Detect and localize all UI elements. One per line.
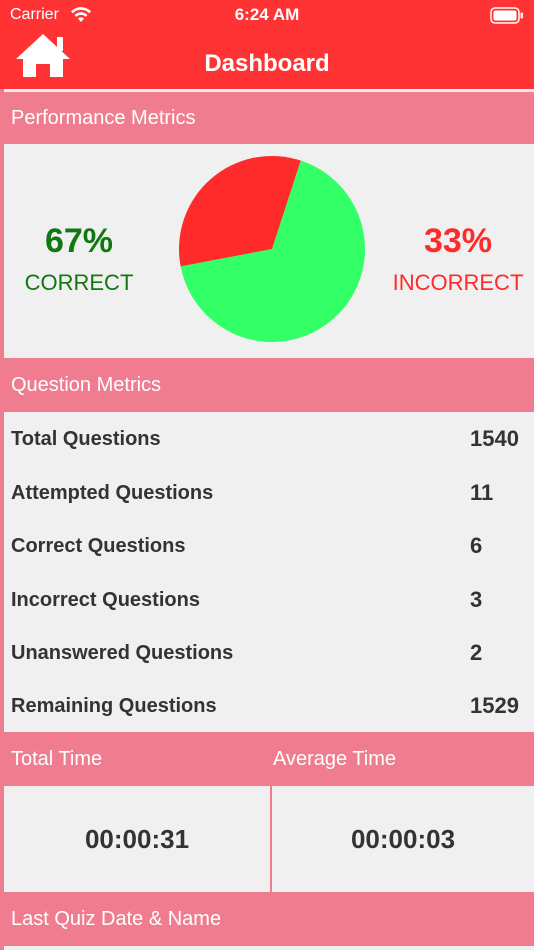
total-time-header: Total Time	[4, 732, 270, 786]
clock: 6:24 AM	[234, 5, 300, 24]
metric-label: Total Questions	[11, 427, 161, 450]
metric-label: Unanswered Questions	[11, 641, 234, 664]
metric-value: 1540	[470, 426, 519, 451]
correct-label: CORRECT	[24, 270, 134, 295]
incorrect-percent: 33%	[423, 222, 493, 260]
metric-value: 11	[470, 480, 494, 505]
metric-value: 6	[470, 533, 483, 558]
metric-row-remaining: Remaining Questions 1529	[11, 679, 526, 733]
page-title: Dashboard	[204, 50, 330, 77]
metric-value: 2	[470, 640, 483, 665]
metric-row-total: Total Questions 1540	[11, 412, 526, 466]
performance-metrics-header: Performance Metrics	[4, 92, 534, 144]
total-time-value: 00:00:31	[84, 823, 190, 854]
correct-percent: 67%	[44, 222, 114, 260]
performance-pie-chart	[179, 156, 365, 342]
average-time-header: Average Time	[272, 732, 534, 786]
status-bar: Carrier 6:24 AM	[0, 0, 534, 30]
performance-panel: 67% CORRECT 33% INCORRECT	[4, 144, 534, 358]
metric-row-correct: Correct Questions 6	[11, 519, 526, 573]
metric-label: Incorrect Questions	[11, 588, 200, 611]
metric-row-unanswered: Unanswered Questions 2	[11, 626, 526, 680]
question-metrics-header: Question Metrics	[4, 358, 534, 412]
incorrect-label: INCORRECT	[392, 270, 524, 295]
average-time-value: 00:00:03	[350, 823, 456, 854]
metric-label: Correct Questions	[11, 534, 186, 557]
metric-row-attempted: Attempted Questions 11	[11, 466, 526, 520]
metric-value: 3	[470, 587, 483, 612]
metric-value: 1529	[470, 693, 519, 718]
metric-label: Attempted Questions	[11, 481, 214, 504]
metric-row-incorrect: Incorrect Questions 3	[11, 573, 526, 627]
battery-icon	[490, 7, 523, 24]
last-quiz-header: Last Quiz Date & Name	[4, 892, 534, 946]
metric-label: Remaining Questions	[11, 694, 217, 717]
navigation-bar: Carrier 6:24 AM Dashboard	[0, 0, 534, 89]
